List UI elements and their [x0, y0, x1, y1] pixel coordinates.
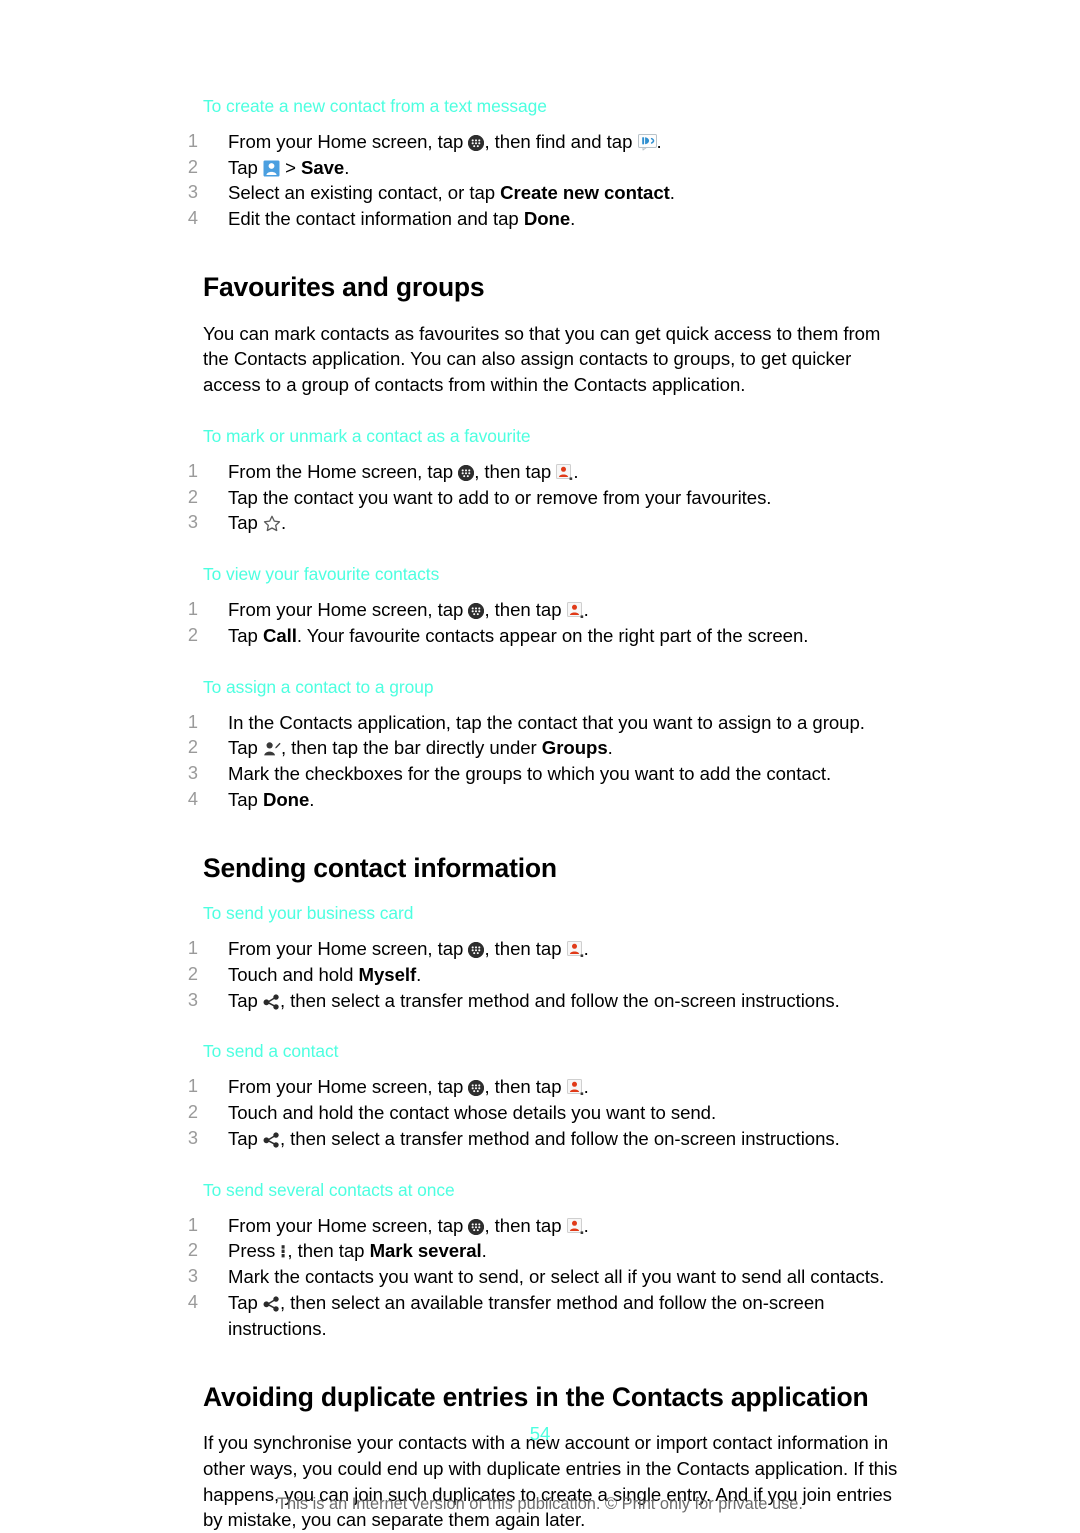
step-item: Press , then tap Mark several.	[178, 1238, 487, 1264]
share-icon	[263, 991, 280, 1010]
messaging-icon	[637, 132, 657, 151]
emphasised-term: Call	[262, 624, 297, 646]
subsection-heading-send-business-card: To send your business card	[203, 903, 414, 924]
subsection-heading-send-several-contacts: To send several contacts at once	[203, 1179, 455, 1200]
step-item: Mark the contacts you want to send, or s…	[178, 1264, 885, 1290]
subsection-heading-send-a-contact: To send a contact	[203, 1041, 339, 1062]
step-item: In the Contacts application, tap the con…	[178, 710, 865, 736]
page-number: 54	[529, 1423, 551, 1444]
share-icon	[263, 1129, 280, 1148]
step-item: Tap , then select a transfer method and …	[178, 1126, 840, 1152]
paragraph-avoiding-duplicates-intro: If you synchronise your contacts with a …	[203, 1432, 898, 1531]
section-heading-favourites-and-groups: Favourites and groups	[203, 272, 485, 303]
manual-page: To create a new contact from a text mess…	[0, 0, 1080, 1530]
app-drawer-icon	[468, 1218, 485, 1235]
step-item: Touch and hold the contact whose details…	[178, 1100, 717, 1126]
step-item: From your Home screen, tap , then tap .	[178, 597, 589, 623]
step-item: Tap .	[178, 510, 287, 536]
footer-copyright-note: This is an Internet version of this publ…	[277, 1495, 803, 1513]
emphasised-term: Create new contact	[500, 182, 670, 204]
subsection-heading-view-favourites: To view your favourite contacts	[203, 564, 440, 585]
step-item: Select an existing contact, or tap Creat…	[178, 180, 675, 206]
emphasised-term: Done	[262, 788, 310, 810]
section-heading-sending-contact-information: Sending contact information	[203, 852, 557, 883]
contacts-icon	[566, 1216, 584, 1234]
steps-assign-group: In the Contacts application, tap the con…	[178, 710, 908, 813]
contacts-icon	[566, 600, 584, 619]
steps-view-favourites: From your Home screen, tap , then tap .T…	[178, 597, 908, 649]
app-drawer-icon	[468, 134, 485, 151]
step-item: Mark the checkboxes for the groups to wh…	[178, 761, 832, 787]
step-item: Tap Done.	[178, 787, 315, 813]
steps-send-several-contacts: From your Home screen, tap , then tap .P…	[178, 1213, 908, 1342]
section-heading-avoiding-duplicates: Avoiding duplicate entries in the Contac…	[203, 1381, 869, 1412]
steps-mark-favourite: From the Home screen, tap , then tap . Ta…	[178, 459, 908, 536]
emphasised-term: Myself	[358, 963, 417, 985]
steps-send-business-card: From your Home screen, tap , then tap .T…	[178, 936, 908, 1014]
step-item: From your Home screen, tap , then tap .	[178, 936, 589, 962]
step-item: Tap , then select a transfer method and …	[178, 988, 840, 1014]
step-item: Tap , then tap the bar directly under Gr…	[178, 735, 613, 761]
subsection-heading-assign-group: To assign a contact to a group	[203, 676, 434, 697]
step-item: Tap Call. Your favourite contacts appear…	[178, 623, 809, 649]
emphasised-term: Mark several	[369, 1240, 482, 1262]
step-item: From your Home screen, tap , then tap .	[178, 1213, 589, 1239]
contacts-icon	[566, 1077, 584, 1096]
steps-create-contact-from-sms: From your Home screen, tap , then find a…	[178, 129, 908, 232]
steps-send-a-contact: From your Home screen, tap , then tap .T…	[178, 1074, 908, 1152]
step-item: From the Home screen, tap , then tap .	[178, 459, 579, 485]
app-drawer-icon	[468, 1080, 485, 1097]
star-icon	[263, 513, 281, 532]
overflow-menu-icon	[280, 1241, 287, 1258]
page-content: To create a new contact from a text mess…	[178, 96, 908, 1533]
edit-contact-icon	[263, 738, 281, 756]
step-item: Edit the contact information and tap Don…	[178, 206, 576, 232]
step-item: From your Home screen, tap , then find a…	[178, 129, 662, 155]
step-item: Tap , then select an available transfer …	[178, 1290, 825, 1339]
app-drawer-icon	[468, 942, 485, 959]
step-item: From your Home screen, tap , then tap .	[178, 1074, 589, 1100]
step-item: Tap > Save.	[178, 155, 350, 181]
paragraph-favourites-intro: You can mark contacts as favourites so t…	[203, 322, 881, 396]
emphasised-term: Groups	[541, 737, 608, 759]
contacts-icon	[566, 939, 584, 958]
subsection-heading-create-contact-from-sms: To create a new contact from a text mess…	[203, 96, 547, 116]
emphasised-term: Save	[301, 156, 345, 178]
subsection-heading-mark-favourite: To mark or unmark a contact as a favouri…	[203, 425, 531, 446]
save-contact-icon	[263, 158, 280, 177]
step-item: Touch and hold Myself.	[178, 962, 422, 988]
share-icon	[263, 1293, 280, 1312]
step-item: Tap the contact you want to add to or re…	[178, 485, 772, 511]
app-drawer-icon	[458, 464, 475, 481]
emphasised-term: Done	[523, 208, 571, 230]
app-drawer-icon	[468, 603, 485, 620]
contacts-icon	[556, 462, 573, 480]
